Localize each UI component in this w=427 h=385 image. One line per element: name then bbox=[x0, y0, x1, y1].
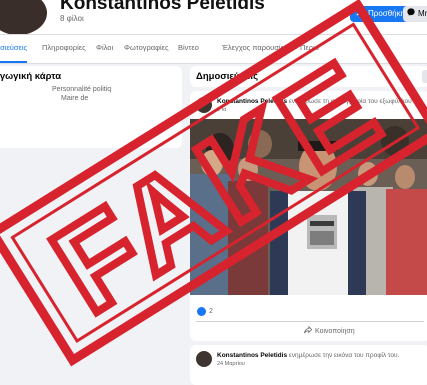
post-header-text: Konstantinos Peletidis ενημέρωσε τη φωτο… bbox=[217, 98, 412, 105]
intro-card: αγωγική κάρτα Personnalité politiq Maire… bbox=[0, 66, 182, 148]
intro-role: Maire de bbox=[61, 95, 89, 102]
add-friend-label: Προσθήκη bbox=[368, 9, 406, 18]
reaction-count: 2 bbox=[209, 308, 213, 315]
intro-title: αγωγική κάρτα bbox=[0, 71, 62, 82]
share-button[interactable]: Κοινοποίηση bbox=[304, 325, 355, 336]
profile-header: Konstantinos Peletidis 8 φίλοι Προσθήκη … bbox=[0, 0, 427, 38]
profile-tabs: οσιεύσεις Πληροφορίες Φίλοι Φωτογραφίες … bbox=[0, 34, 427, 64]
tab-photos[interactable]: Φωτογραφίες bbox=[124, 35, 169, 61]
reactions-summary[interactable]: 2 bbox=[197, 307, 213, 316]
add-friend-button[interactable]: Προσθήκη bbox=[350, 6, 412, 22]
message-button[interactable]: Μη bbox=[403, 6, 427, 22]
post-card: Konstantinos Peletidis ενημέρωσε τη φωτο… bbox=[190, 91, 427, 341]
profile-name: Konstantinos Peletidis bbox=[60, 0, 265, 14]
intro-category: Personnalité politiq bbox=[52, 86, 112, 93]
post2-action: ενημέρωσε την εικόνα του προφίλ του. bbox=[288, 352, 400, 359]
add-friend-icon bbox=[356, 6, 365, 22]
filter-button[interactable] bbox=[422, 70, 427, 83]
post-timestamp[interactable]: 2 Ια bbox=[217, 107, 226, 113]
tab-posts[interactable]: οσιεύσεις bbox=[0, 35, 28, 63]
post2-author-avatar[interactable] bbox=[196, 351, 212, 367]
tab-checkins[interactable]: Έλεγχος παρουσίας bbox=[222, 35, 289, 61]
post2-timestamp[interactable]: 24 Μαρτίου bbox=[217, 361, 245, 367]
posts-title: Δημοσιεύσεις bbox=[196, 71, 259, 82]
messenger-icon bbox=[407, 6, 415, 22]
message-label: Μη bbox=[418, 9, 427, 18]
like-reaction-icon bbox=[197, 307, 206, 316]
tab-videos[interactable]: Βίντεο bbox=[178, 35, 199, 61]
share-icon bbox=[304, 325, 313, 336]
friends-count[interactable]: 8 φίλοι bbox=[60, 14, 84, 23]
post2-header-text: Konstantinos Peletidis ενημέρωσε την εικ… bbox=[217, 352, 399, 359]
tab-friends[interactable]: Φίλοι bbox=[96, 35, 113, 61]
post-divider bbox=[196, 321, 424, 322]
share-label: Κοινοποίηση bbox=[315, 327, 355, 335]
post-action: ενημέρωσε τη φωτογραφία του εξωφύλλου bbox=[288, 98, 412, 105]
posts-header: Δημοσιεύσεις bbox=[190, 66, 427, 87]
post-author-avatar[interactable] bbox=[196, 97, 212, 113]
post-author-name[interactable]: Konstantinos Peletidis bbox=[217, 98, 287, 105]
profile-avatar[interactable] bbox=[0, 0, 50, 38]
cover-photo-image bbox=[190, 119, 427, 295]
post2-author-name[interactable]: Konstantinos Peletidis bbox=[217, 352, 287, 359]
post-card-2: Konstantinos Peletidis ενημέρωσε την εικ… bbox=[190, 345, 427, 385]
tab-about[interactable]: Πληροφορίες bbox=[42, 35, 86, 61]
tab-more[interactable]: Περισ bbox=[300, 35, 319, 61]
cover-photo[interactable] bbox=[190, 119, 427, 295]
